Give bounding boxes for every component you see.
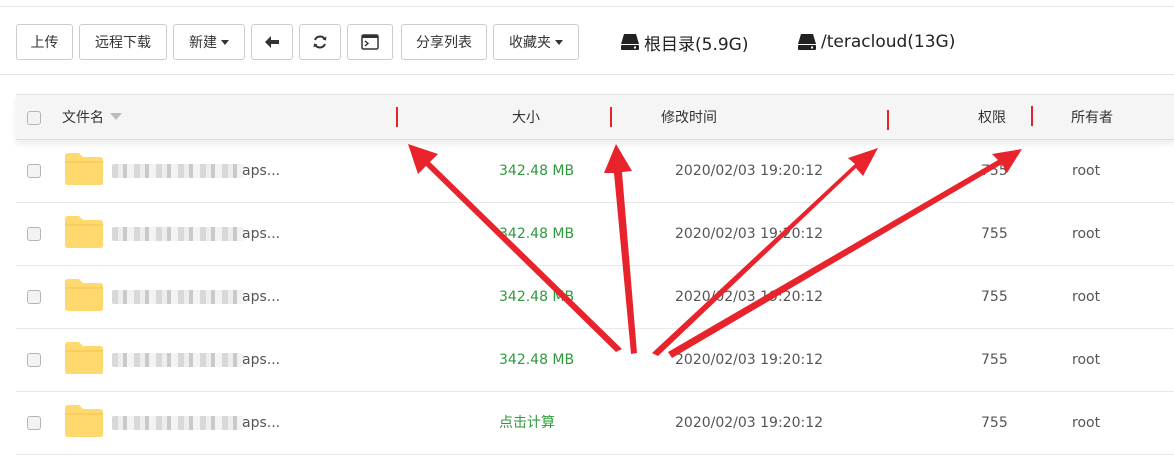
remote-download-button[interactable]: 远程下载 <box>79 24 167 60</box>
table-header: 文件名 大小 修改时间 权限 所有者 <box>16 94 1174 140</box>
file-modified: 2020/02/03 19:20:12 <box>675 352 824 368</box>
file-name[interactable]: aps... <box>242 140 280 203</box>
select-all-checkbox[interactable] <box>27 111 41 125</box>
caret-down-icon <box>555 39 563 45</box>
file-permission[interactable]: 755 <box>981 266 1008 329</box>
redacted-filename <box>112 227 244 241</box>
toolbar-divider <box>0 74 1174 75</box>
file-size: 342.48 MB <box>499 163 575 179</box>
file-modified: 2020/02/03 19:20:12 <box>675 415 824 431</box>
caret-down-icon <box>221 39 229 45</box>
column-permission-header[interactable]: 权限 <box>978 95 1006 141</box>
file-permission[interactable]: 755 <box>981 392 1008 455</box>
terminal-button[interactable] <box>347 24 393 60</box>
file-owner[interactable]: root <box>1072 140 1100 203</box>
column-size-label: 大小 <box>512 110 540 126</box>
share-list-button[interactable]: 分享列表 <box>401 24 487 60</box>
row-checkbox[interactable] <box>27 353 41 367</box>
file-size: 342.48 MB <box>499 226 575 242</box>
row-checkbox[interactable] <box>27 227 41 241</box>
file-size: 342.48 MB <box>499 289 575 305</box>
row-checkbox[interactable] <box>27 290 41 304</box>
file-permission[interactable]: 755 <box>981 203 1008 266</box>
back-button[interactable] <box>251 24 293 60</box>
file-modified: 2020/02/03 19:20:12 <box>675 226 824 242</box>
share-list-label: 分享列表 <box>416 35 472 51</box>
file-name[interactable]: aps... <box>242 266 280 329</box>
file-size: 342.48 MB <box>499 352 575 368</box>
file-modified: 2020/02/03 19:20:12 <box>675 163 824 179</box>
redacted-filename <box>112 416 244 430</box>
favorites-label: 收藏夹 <box>509 35 551 51</box>
new-label: 新建 <box>189 35 217 51</box>
redacted-filename <box>112 290 244 304</box>
folder-icon <box>65 216 103 248</box>
top-divider <box>0 6 1174 7</box>
table-row[interactable]: aps... 点击计算 2020/02/03 19:20:12 755 root <box>16 392 1174 455</box>
disk-teracloud[interactable]: /teracloud(13G) <box>797 28 955 56</box>
column-modified-header[interactable]: 修改时间 <box>661 95 717 141</box>
file-permission[interactable]: 755 <box>981 140 1008 203</box>
file-owner[interactable]: root <box>1072 203 1100 266</box>
calculate-size-link[interactable]: 点击计算 <box>499 392 555 455</box>
file-name[interactable]: aps... <box>242 329 280 392</box>
redacted-filename <box>112 164 244 178</box>
remote-download-label: 远程下载 <box>95 35 151 51</box>
row-checkbox[interactable] <box>27 164 41 178</box>
file-name[interactable]: aps... <box>242 203 280 266</box>
table-row[interactable]: aps... 342.48 MB 2020/02/03 19:20:12 755… <box>16 203 1174 266</box>
back-arrow-icon <box>265 36 279 48</box>
table-row[interactable]: aps... 342.48 MB 2020/02/03 19:20:12 755… <box>16 266 1174 329</box>
file-name[interactable]: aps... <box>242 392 280 455</box>
hdd-icon <box>798 34 816 50</box>
folder-icon <box>65 342 103 374</box>
column-name-label: 文件名 <box>62 110 104 126</box>
sort-caret-icon <box>110 113 122 120</box>
table-row[interactable]: aps... 342.48 MB 2020/02/03 19:20:12 755… <box>16 140 1174 203</box>
folder-icon <box>65 279 103 311</box>
column-size-header[interactable]: 大小 <box>512 95 540 141</box>
column-name-header[interactable]: 文件名 <box>62 95 122 141</box>
disk-teracloud-label: /teracloud(13G) <box>821 32 956 52</box>
upload-button[interactable]: 上传 <box>16 24 73 60</box>
table-row[interactable]: aps... 342.48 MB 2020/02/03 19:20:12 755… <box>16 329 1174 392</box>
refresh-button[interactable] <box>299 24 341 60</box>
redacted-filename <box>112 353 244 367</box>
file-owner[interactable]: root <box>1072 329 1100 392</box>
upload-label: 上传 <box>30 35 59 51</box>
hdd-icon <box>621 34 639 50</box>
file-permission[interactable]: 755 <box>981 329 1008 392</box>
folder-icon <box>65 405 103 437</box>
file-owner[interactable]: root <box>1072 266 1100 329</box>
column-permission-label: 权限 <box>978 110 1006 126</box>
refresh-icon <box>313 35 327 49</box>
new-dropdown-button[interactable]: 新建 <box>173 24 245 60</box>
disk-root-label: 根目录(5.9G) <box>644 34 749 55</box>
file-owner[interactable]: root <box>1072 392 1100 455</box>
favorites-dropdown-button[interactable]: 收藏夹 <box>493 24 579 60</box>
folder-icon <box>65 153 103 185</box>
column-modified-label: 修改时间 <box>661 110 717 126</box>
row-checkbox[interactable] <box>27 416 41 430</box>
file-modified: 2020/02/03 19:20:12 <box>675 289 824 305</box>
disk-root[interactable]: 根目录(5.9G) <box>620 28 748 56</box>
terminal-icon <box>361 34 379 50</box>
column-owner-label: 所有者 <box>1071 110 1113 126</box>
column-owner-header[interactable]: 所有者 <box>1071 95 1113 141</box>
toolbar: 上传 远程下载 新建 分享列表 收藏夹 <box>16 24 585 60</box>
